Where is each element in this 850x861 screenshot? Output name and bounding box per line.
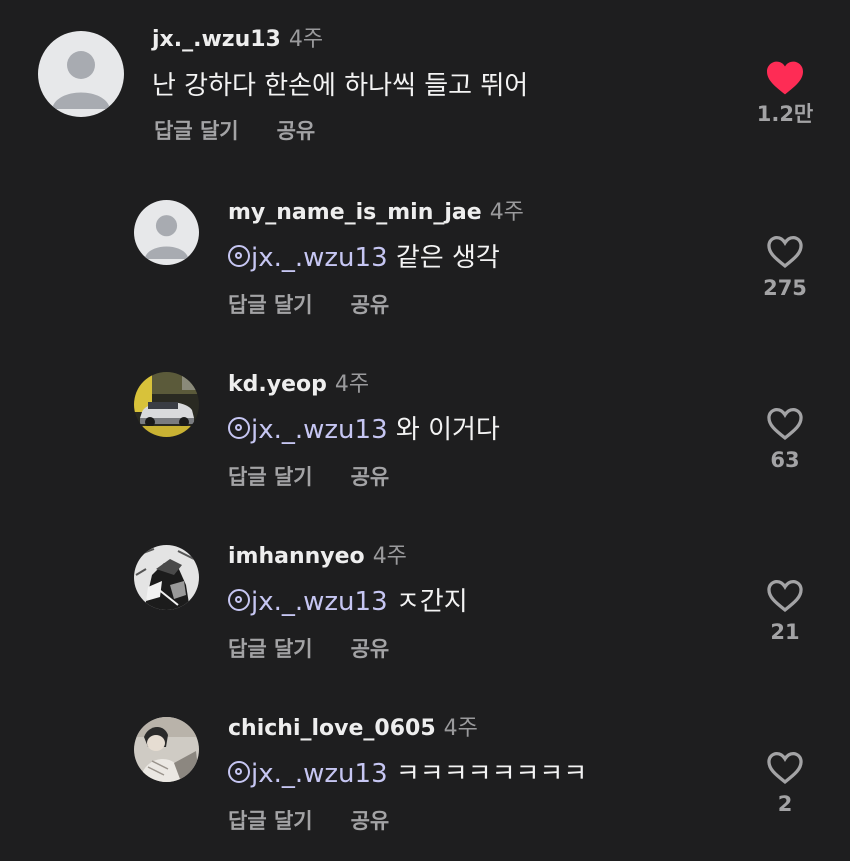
reply-text: jx._.wzu13 ㅈ간지 — [228, 586, 468, 618]
timestamp: 4주 — [288, 27, 324, 52]
mention-at-icon — [228, 589, 250, 611]
comment-thread: jx._.wzu13 4주 난 강하다 한손에 하나씩 들고 뛰어 답글 달기 공유… — [0, 0, 850, 861]
reply-body: 같은 생각 — [395, 243, 500, 273]
username[interactable]: kd.yeop — [228, 372, 327, 397]
timestamp: 4주 — [372, 544, 407, 569]
default-avatar-icon — [38, 31, 124, 117]
heart-outline-icon[interactable] — [765, 234, 805, 270]
username[interactable]: imhannyeo — [228, 544, 365, 569]
reply-item: my_name_is_min_jae 4주 jx._.wzu13 같은 생각 답글… — [0, 170, 850, 342]
reply-button[interactable]: 답글 달기 — [228, 637, 313, 661]
comment-header: imhannyeo 4주 — [228, 544, 407, 570]
like-count: 21 — [770, 620, 800, 644]
avatar[interactable] — [134, 545, 199, 610]
username[interactable]: chichi_love_0605 — [228, 716, 436, 741]
like-control: 21 — [745, 578, 825, 644]
share-button[interactable]: 공유 — [277, 119, 316, 143]
share-button[interactable]: 공유 — [351, 809, 390, 833]
reply-text: jx._.wzu13 같은 생각 — [228, 242, 500, 274]
default-avatar-icon — [134, 200, 199, 265]
heart-outline-icon[interactable] — [765, 750, 805, 786]
reply-button[interactable]: 답글 달기 — [228, 465, 313, 489]
heart-filled-icon[interactable] — [765, 60, 805, 96]
comment-header: chichi_love_0605 4주 — [228, 716, 478, 742]
like-count: 275 — [763, 276, 807, 300]
reply-item: imhannyeo 4주 jx._.wzu13 ㅈ간지 답글 달기 공유 21 — [0, 514, 850, 686]
comment-actions: 답글 달기 공유 — [228, 292, 389, 318]
comment-actions: 답글 달기 공유 — [228, 464, 389, 490]
avatar[interactable] — [134, 717, 199, 782]
comment-item: jx._.wzu13 4주 난 강하다 한손에 하나씩 들고 뛰어 답글 달기 공유… — [0, 0, 850, 170]
reply-item: chichi_love_0605 4주 jx._.wzu13 ㅋㅋㅋㅋㅋㅋㅋㅋ 답… — [0, 686, 850, 861]
reply-button[interactable]: 답글 달기 — [154, 119, 239, 143]
reply-item: kd.yeop 4주 jx._.wzu13 와 이거다 답글 달기 공유 63 — [0, 342, 850, 514]
like-control: 275 — [745, 234, 825, 300]
comment-actions: 답글 달기 공유 — [228, 636, 389, 662]
mention-at-icon — [228, 417, 250, 439]
comment-text: 난 강하다 한손에 하나씩 들고 뛰어 — [152, 71, 529, 101]
comment-actions: 답글 달기 공유 — [228, 808, 389, 834]
heart-outline-icon[interactable] — [765, 578, 805, 614]
like-control: 2 — [745, 750, 825, 816]
reply-body: ㅋㅋㅋㅋㅋㅋㅋㅋ — [395, 759, 588, 789]
like-control: 1.2만 — [745, 60, 825, 126]
mention-at-icon — [228, 761, 250, 783]
username[interactable]: jx._.wzu13 — [152, 27, 281, 52]
heart-outline-icon[interactable] — [765, 406, 805, 442]
car-photo-avatar — [134, 372, 199, 437]
avatar[interactable] — [38, 31, 124, 117]
like-count: 2 — [777, 792, 793, 816]
comment-actions: 답글 달기 공유 — [154, 118, 315, 144]
reply-text: jx._.wzu13 ㅋㅋㅋㅋㅋㅋㅋㅋ — [228, 758, 587, 790]
reply-body: ㅈ간지 — [395, 587, 468, 617]
mention-link[interactable]: jx._.wzu13 — [251, 759, 388, 789]
like-count: 1.2만 — [756, 102, 814, 126]
share-button[interactable]: 공유 — [351, 465, 390, 489]
comment-header: jx._.wzu13 4주 — [152, 27, 323, 53]
mention-at-icon — [228, 245, 250, 267]
username[interactable]: my_name_is_min_jae — [228, 200, 482, 225]
like-count: 63 — [770, 448, 800, 472]
timestamp: 4주 — [443, 716, 478, 741]
avatar[interactable] — [134, 200, 199, 265]
reply-text: jx._.wzu13 와 이거다 — [228, 414, 500, 446]
mention-link[interactable]: jx._.wzu13 — [251, 243, 388, 273]
timestamp: 4주 — [334, 372, 370, 397]
like-control: 63 — [745, 406, 825, 472]
comment-header: my_name_is_min_jae 4주 — [228, 200, 524, 226]
manga-art-avatar — [134, 545, 199, 610]
avatar[interactable] — [134, 372, 199, 437]
reply-body: 와 이거다 — [395, 415, 500, 445]
share-button[interactable]: 공유 — [351, 637, 390, 661]
mention-link[interactable]: jx._.wzu13 — [251, 415, 388, 445]
timestamp: 4주 — [489, 200, 524, 225]
comment-header: kd.yeop 4주 — [228, 372, 369, 398]
reply-button[interactable]: 답글 달기 — [228, 809, 313, 833]
share-button[interactable]: 공유 — [351, 293, 390, 317]
photo-avatar — [134, 717, 199, 782]
reply-button[interactable]: 답글 달기 — [228, 293, 313, 317]
mention-link[interactable]: jx._.wzu13 — [251, 587, 388, 617]
